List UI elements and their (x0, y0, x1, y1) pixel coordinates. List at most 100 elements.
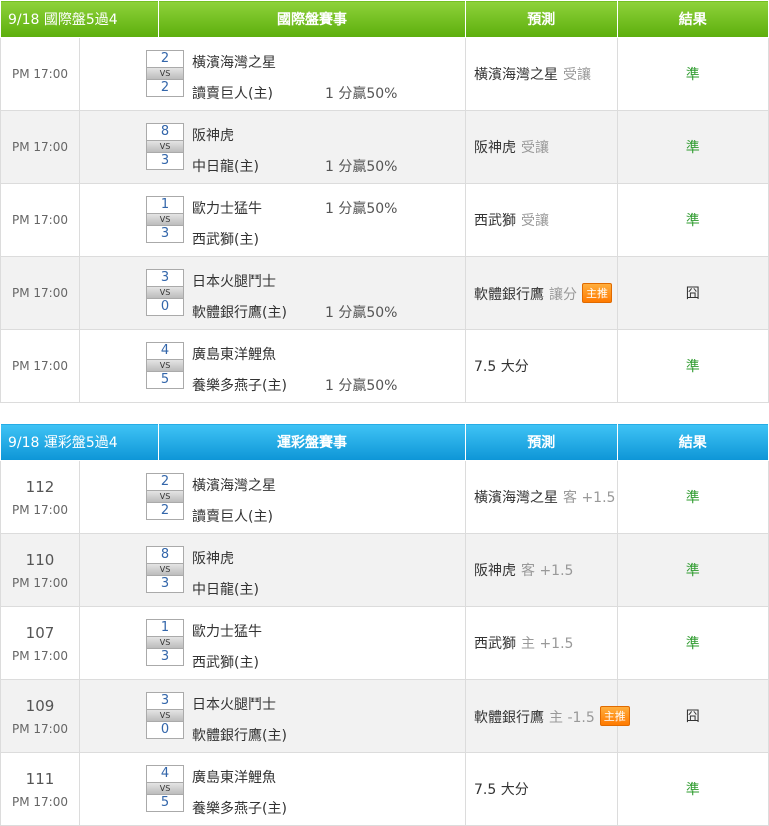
home-score: 3 (146, 575, 184, 593)
lottery-picks-table: 9/18 運彩盤5過4 運彩盤賽事 預測 結果 112 PM 17:00 2 VS 2 橫… (0, 423, 769, 826)
matchup: 4 VS 5 廣島東洋鯉魚 養樂多燕子(主) 1 分贏50% (80, 330, 465, 402)
match-cell: 4 VS 5 廣島東洋鯉魚 養樂多燕子(主) (79, 752, 466, 826)
prediction-cell: 軟體銀行鷹主 -1.5 主推 (465, 679, 630, 753)
result-cell: 準 (616, 37, 769, 111)
away-score: 8 (146, 546, 184, 564)
table-row: 107 PM 17:00 1 VS 3 歐力士猛牛 西武獅(主) 西武獅主 +1.5 準 (0, 606, 769, 680)
event-column-header: 運彩盤賽事 (158, 423, 466, 461)
time-cell: 111 PM 17:00 (0, 752, 80, 826)
result-cell: 準 (616, 183, 769, 257)
time-cell: PM 17:00 (0, 256, 80, 330)
match-cell: 2 VS 2 橫濱海灣之星 讀賣巨人(主) 1 分贏50% (79, 37, 466, 111)
prediction-cell: 橫濱海灣之星客 +1.5 (465, 460, 618, 534)
away-team: 橫濱海灣之星 (192, 478, 276, 494)
result-cell: 準 (616, 533, 769, 607)
table-row: 109 PM 17:00 3 VS 0 日本火腿鬥士 軟體銀行鷹(主) 軟體銀行鷹主 -1.5… (0, 679, 769, 753)
prediction-pick: 橫濱海灣之星 (474, 490, 558, 506)
game-time: PM 17:00 (12, 359, 68, 373)
top-pick-badge: 主推 (599, 705, 630, 726)
scoreboard: 2 VS 2 (146, 50, 184, 97)
prediction-type: 主 -1.5 (549, 709, 595, 726)
prediction-pick: 西武獅 (474, 213, 516, 229)
time-cell: 110 PM 17:00 (0, 533, 80, 607)
time-cell: PM 17:00 (0, 329, 80, 403)
table-header: 9/18 運彩盤5過4 運彩盤賽事 預測 結果 (0, 423, 769, 461)
table-row: 111 PM 17:00 4 VS 5 廣島東洋鯉魚 養樂多燕子(主) 7.5 大分 準 (0, 752, 769, 826)
away-score: 4 (146, 765, 184, 783)
time-cell: 107 PM 17:00 (0, 606, 80, 680)
vs-label: VS (146, 491, 184, 502)
home-team: 讀賣巨人(主) (192, 86, 273, 102)
vs-label: VS (146, 141, 184, 152)
prediction-cell: 7.5 大分 (465, 329, 618, 403)
prediction-cell: 7.5 大分 (465, 752, 618, 826)
prediction-cell: 阪神虎客 +1.5 (465, 533, 618, 607)
home-team: 西武獅(主) (192, 655, 259, 671)
prediction-cell: 西武獅主 +1.5 (465, 606, 618, 680)
result-column-header: 結果 (616, 423, 769, 461)
vs-label: VS (146, 564, 184, 575)
prediction-pick: 橫濱海灣之星 (474, 67, 558, 83)
away-team: 阪神虎 (192, 551, 234, 567)
time-cell: PM 17:00 (0, 37, 80, 111)
matchup: 4 VS 5 廣島東洋鯉魚 養樂多燕子(主) (80, 753, 465, 825)
matchup: 3 VS 0 日本火腿鬥士 軟體銀行鷹(主) 1 分贏50% (80, 257, 465, 329)
scoreboard: 1 VS 3 (146, 196, 184, 243)
away-score: 2 (146, 50, 184, 68)
vs-label: VS (146, 710, 184, 721)
vs-label: VS (146, 783, 184, 794)
section-title: 9/18 運彩盤5過4 (0, 423, 159, 461)
prediction-pick: 7.5 大分 (474, 782, 529, 798)
table-row: PM 17:00 8 VS 3 阪神虎 中日龍(主) 1 分贏50% 阪神虎 受讓準 (0, 110, 769, 184)
result-cell: 準 (616, 606, 769, 680)
away-score: 3 (146, 269, 184, 287)
vs-label: VS (146, 360, 184, 371)
away-team: 歐力士猛牛 (192, 624, 262, 640)
scoreboard: 4 VS 5 (146, 765, 184, 812)
game-number: 110 (25, 550, 55, 569)
away-score: 1 (146, 619, 184, 637)
scoreboard: 3 VS 0 (146, 269, 184, 316)
vs-label: VS (146, 214, 184, 225)
vs-label: VS (146, 637, 184, 648)
time-cell: PM 17:00 (0, 183, 80, 257)
home-team: 軟體銀行鷹(主) (192, 305, 287, 321)
game-number: 109 (25, 696, 55, 715)
prediction-pick: 7.5 大分 (474, 359, 529, 375)
away-team: 日本火腿鬥士 (192, 697, 276, 713)
game-time: PM 17:00 (12, 648, 68, 663)
game-time: PM 17:00 (12, 286, 68, 300)
home-team: 中日龍(主) (192, 582, 259, 598)
time-cell: 109 PM 17:00 (0, 679, 80, 753)
away-score: 8 (146, 123, 184, 141)
prediction-cell: 西武獅 受讓 (465, 183, 618, 257)
table-row: 112 PM 17:00 2 VS 2 橫濱海灣之星 讀賣巨人(主) 橫濱海灣之星客 +1.5… (0, 460, 769, 534)
scoreboard: 8 VS 3 (146, 123, 184, 170)
odds-label: 1 分贏50% (325, 86, 398, 102)
home-score: 0 (146, 298, 184, 316)
game-time: PM 17:00 (12, 502, 68, 517)
game-time: PM 17:00 (12, 575, 68, 590)
game-time: PM 17:00 (12, 67, 68, 81)
away-score: 4 (146, 342, 184, 360)
prediction-type: 讓分 (549, 286, 577, 303)
scoreboard: 3 VS 0 (146, 692, 184, 739)
game-time: PM 17:00 (12, 721, 68, 736)
time-cell: 112 PM 17:00 (0, 460, 80, 534)
prediction-pick: 軟體銀行鷹 (474, 286, 544, 303)
prediction-cell: 阪神虎 受讓 (465, 110, 618, 184)
odds-label: 1 分贏50% (325, 305, 398, 321)
home-score: 2 (146, 502, 184, 520)
prediction-pick: 軟體銀行鷹 (474, 709, 544, 726)
matchup: 1 VS 3 歐力士猛牛 西武獅(主) 1 分贏50% (80, 184, 465, 256)
away-score: 3 (146, 692, 184, 710)
prediction-pick: 阪神虎 (474, 140, 516, 156)
prediction-type: 受讓 (521, 213, 549, 229)
home-score: 3 (146, 152, 184, 170)
game-number: 111 (25, 769, 55, 788)
vs-label: VS (146, 287, 184, 298)
match-cell: 8 VS 3 阪神虎 中日龍(主) 1 分贏50% (79, 110, 466, 184)
scoreboard: 2 VS 2 (146, 473, 184, 520)
match-cell: 1 VS 3 歐力士猛牛 西武獅(主) 1 分贏50% (79, 183, 466, 257)
home-score: 5 (146, 794, 184, 812)
